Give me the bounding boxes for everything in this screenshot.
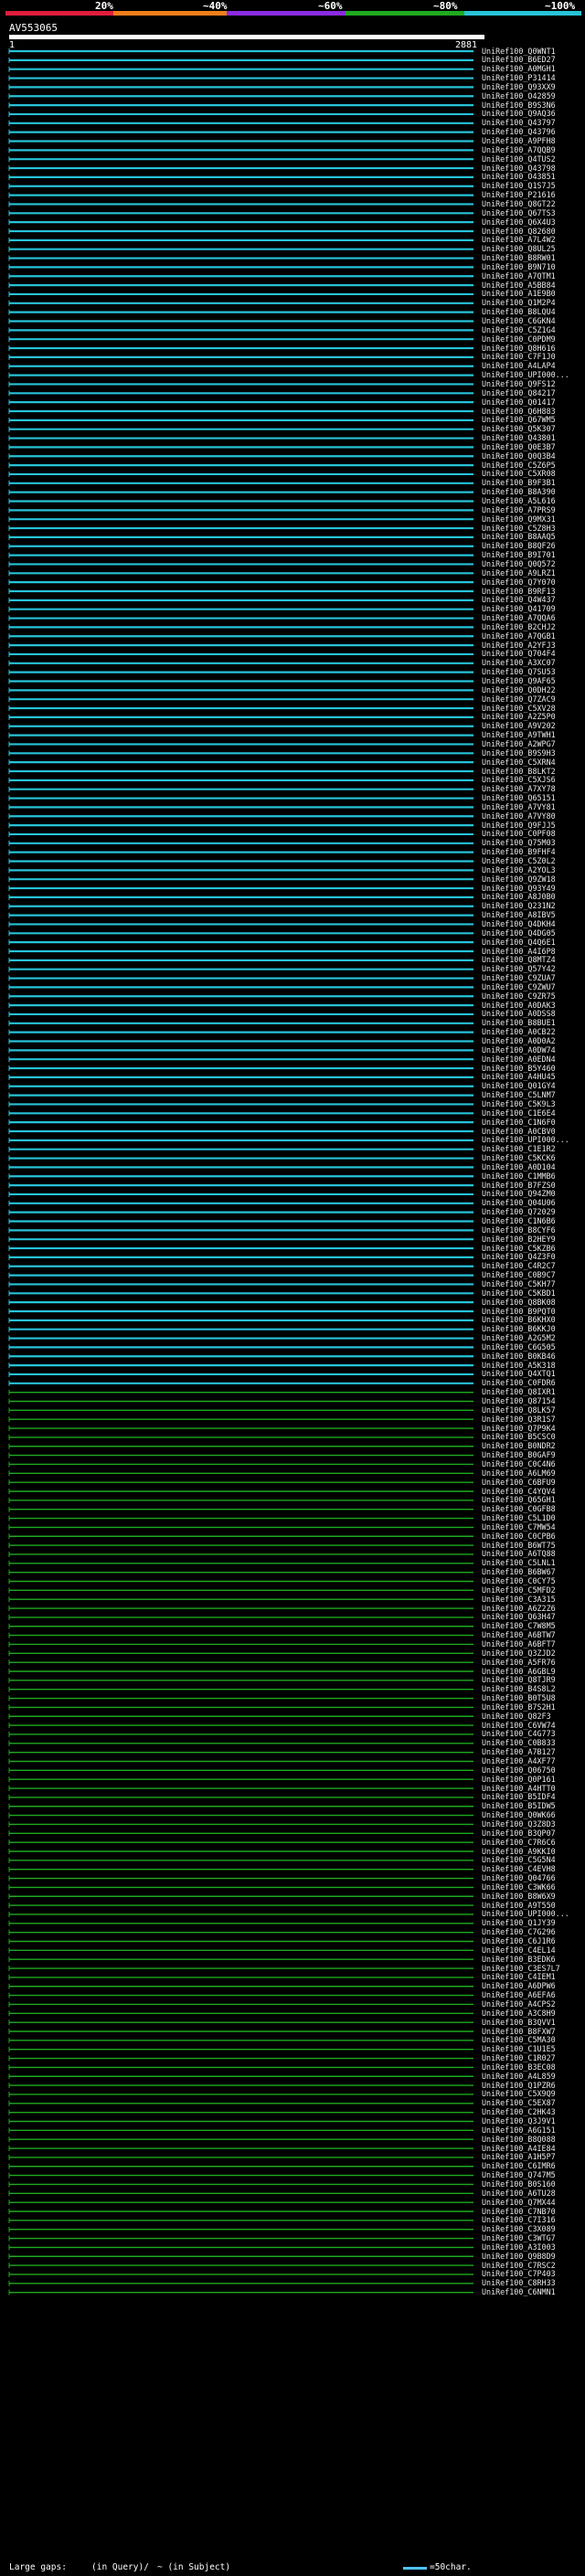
- scale-swatch: [403, 2567, 427, 2570]
- footer-legend: Large gaps: (in Query)/ ~ (in Subject) =…: [0, 2559, 585, 2576]
- hit-label[interactable]: UniRef100_C6NMN1: [482, 2287, 556, 2297]
- scale-label: =50char.: [430, 2562, 472, 2572]
- large-gaps-label: Large gaps:: [9, 2562, 67, 2572]
- subject-gap-label: ~ (in Subject): [157, 2562, 231, 2572]
- hit-list: UniRef100_Q0WNT1 UniRef100_B6ED27 UniRef10…: [0, 0, 585, 2576]
- query-gap-label: (in Query)/: [91, 2562, 149, 2572]
